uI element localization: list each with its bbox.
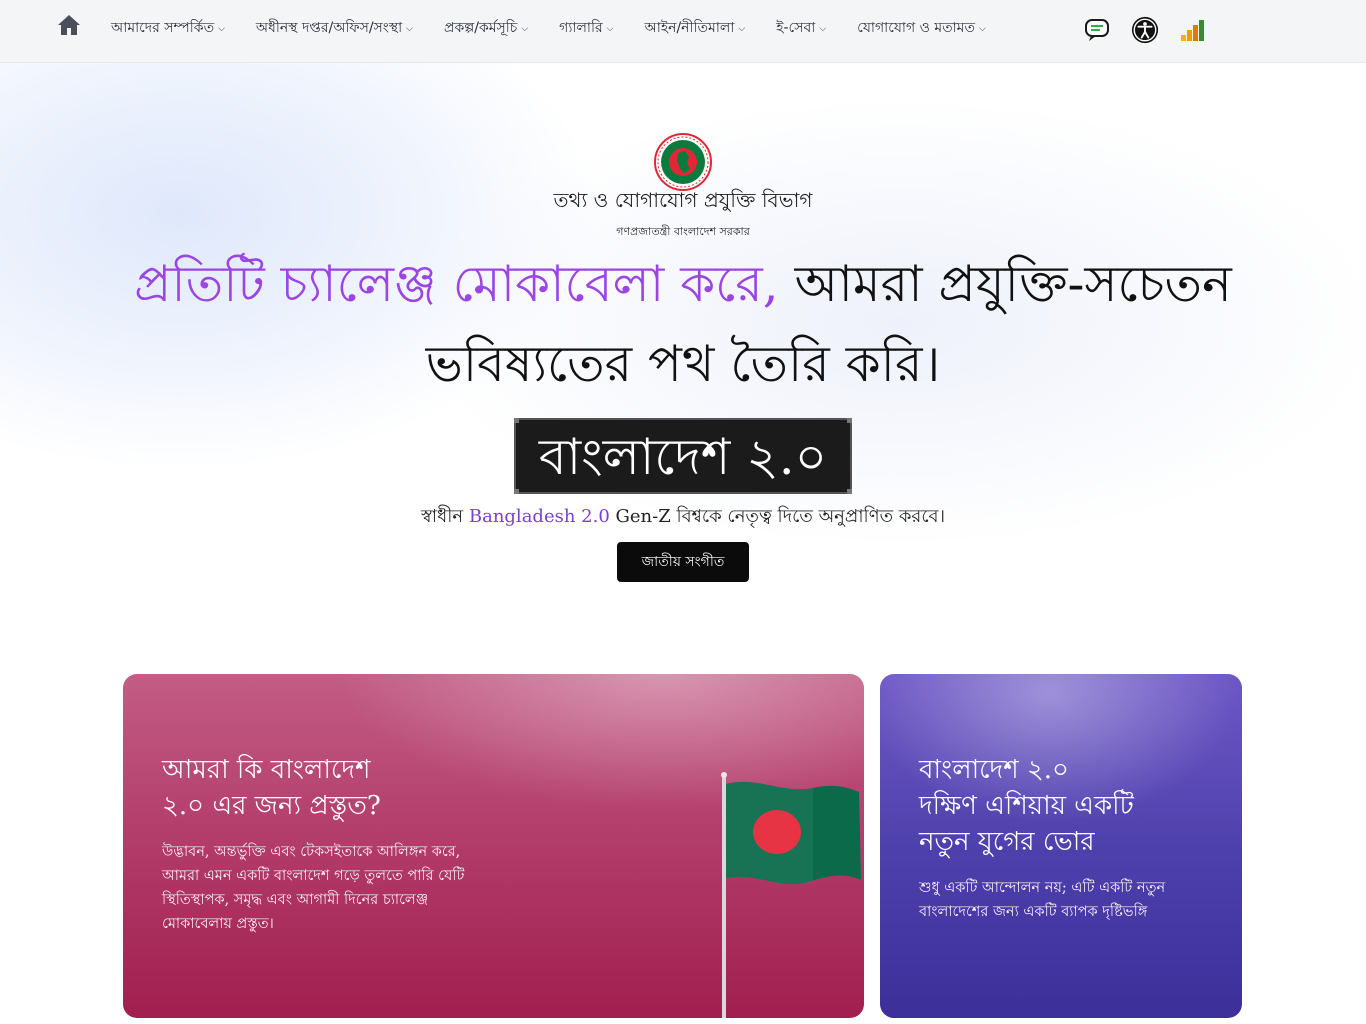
card-title-line: দক্ষিণ এশিয়ায় একটি (919, 791, 1134, 821)
hero-headline: প্রতিটি চ্যালেঞ্জ মোকাবেলা করে, আমরা প্র… (120, 244, 1246, 404)
headline-accent: প্রতিটি চ্যালেঞ্জ মোকাবেলা করে, (134, 255, 779, 313)
card-text-line: আমরা এমন একটি বাংলাদেশ গড়ে তুলতে পারি য… (162, 868, 465, 884)
badge-corner (514, 489, 519, 494)
nav-item-label: গ্যালারি (559, 20, 603, 36)
card-text-line: স্থিতিস্থাপক, সমৃদ্ধ এবং আগামী দিনের চ্য… (162, 892, 429, 908)
nav-item-law-policy[interactable]: আইন/নীতিমালা ⌵ (645, 16, 746, 40)
chevron-down-icon: ⌵ (819, 24, 827, 34)
top-navbar: আমাদের সম্পর্কিত ⌵ অধীনস্থ দপ্তর/অফিস/সং… (0, 0, 1366, 63)
bangladesh-2-badge: বাংলাদেশ ২.০ (514, 418, 852, 494)
nav-item-about[interactable]: আমাদের সম্পর্কিত ⌵ (111, 16, 225, 40)
nav-item-eservice[interactable]: ই-সেবা ⌵ (776, 16, 826, 40)
tagline-after: Gen-Z বিশ্বকে নেতৃত্ব দিতে অনুপ্রাণিত কর… (609, 506, 946, 527)
badge-corner (514, 418, 519, 423)
card-title: বাংলাদেশ ২.০ দক্ষিণ এশিয়ায় একটি নতুন য… (919, 752, 1134, 860)
card-text-line: বাংলাদেশের জন্য একটি ব্যাপক দৃষ্টিভঙ্গি (919, 904, 1148, 920)
card-title-line: আমরা কি বাংলাদেশ (162, 755, 371, 785)
home-icon[interactable] (57, 14, 81, 36)
nav-item-projects[interactable]: প্রকল্প/কর্মসূচি ⌵ (444, 16, 528, 40)
card-bangladesh-ready[interactable]: আমরা কি বাংলাদেশ ২.০ এর জন্য প্রস্তুত? উ… (123, 674, 864, 1018)
badge-corner (847, 489, 852, 494)
org-subtitle: গণপ্রজাতন্ত্রী বাংলাদেশ সরকার (616, 225, 750, 238)
chevron-down-icon: ⌵ (521, 24, 529, 34)
card-title-line: ২.০ এর জন্য প্রস্তুত? (162, 791, 381, 821)
card-text-line: শুধু একটি আন্দোলন নয়; এটি একটি নতুন (919, 880, 1166, 896)
card-text: শুধু একটি আন্দোলন নয়; এটি একটি নতুন বাং… (919, 876, 1165, 924)
badge-corner (847, 418, 852, 423)
nav-item-contact[interactable]: যোগাযোগ ও মতামত ⌵ (857, 16, 986, 40)
nav-item-label: আইন/নীতিমালা (644, 20, 735, 36)
nav-item-label: আমাদের সম্পর্কিত (111, 20, 215, 36)
nav-item-offices[interactable]: অধীনস্থ দপ্তর/অফিস/সংস্থা ⌵ (256, 16, 413, 40)
card-text-line: উদ্ভাবন, অন্তর্ভুক্তি এবং টেকসইতাকে আলিঙ… (162, 844, 461, 860)
card-title-line: নতুন যুগের ভোর (919, 827, 1095, 857)
org-name: তথ্য ও যোগাযোগ প্রযুক্তি বিভাগ (553, 188, 813, 212)
card-title: আমরা কি বাংলাদেশ ২.০ এর জন্য প্রস্তুত? (162, 752, 381, 824)
card-text-line: মোকাবেলায় প্রস্তুত। (162, 916, 274, 932)
chat-icon[interactable] (1083, 15, 1111, 45)
accessibility-icon[interactable] (1131, 15, 1159, 45)
chevron-down-icon: ⌵ (738, 24, 746, 34)
government-seal-logo (654, 133, 712, 191)
nav-item-label: অধীনস্থ দপ্তর/অফিস/সংস্থা (255, 20, 403, 36)
card-text: উদ্ভাবন, অন্তর্ভুক্তি এবং টেকসইতাকে আলিঙ… (162, 840, 464, 936)
chevron-down-icon: ⌵ (218, 24, 225, 34)
card-new-era[interactable]: বাংলাদেশ ২.০ দক্ষিণ এশিয়ায় একটি নতুন য… (880, 674, 1242, 1018)
badge-text: বাংলাদেশ ২.০ (538, 428, 828, 486)
chevron-down-icon: ⌵ (606, 24, 614, 34)
nav-tools (1083, 15, 1227, 45)
hero-tagline: স্বাধীন Bangladesh 2.0 Gen-Z বিশ্বকে নেত… (0, 502, 1366, 533)
chevron-down-icon: ⌵ (978, 24, 986, 34)
nav-item-label: ই-সেবা (776, 20, 816, 36)
nav-item-label: যোগাযোগ ও মতামত (857, 20, 975, 36)
chevron-down-icon: ⌵ (406, 24, 413, 34)
nav-item-gallery[interactable]: গ্যালারি ⌵ (559, 16, 613, 40)
main-menu: আমাদের সম্পর্কিত ⌵ অধীনস্থ দপ্তর/অফিস/সং… (111, 16, 1017, 40)
bangladesh-flag-image (713, 772, 863, 1018)
tagline-accent: Bangladesh 2.0 (468, 506, 610, 527)
card-title-line: বাংলাদেশ ২.০ (919, 755, 1069, 785)
signal-bars-icon[interactable] (1179, 15, 1207, 45)
tagline-before: স্বাধীন (420, 506, 469, 527)
nav-item-label: প্রকল্প/কর্মসূচি (444, 20, 518, 36)
national-anthem-button[interactable]: জাতীয় সংগীত (617, 542, 749, 582)
